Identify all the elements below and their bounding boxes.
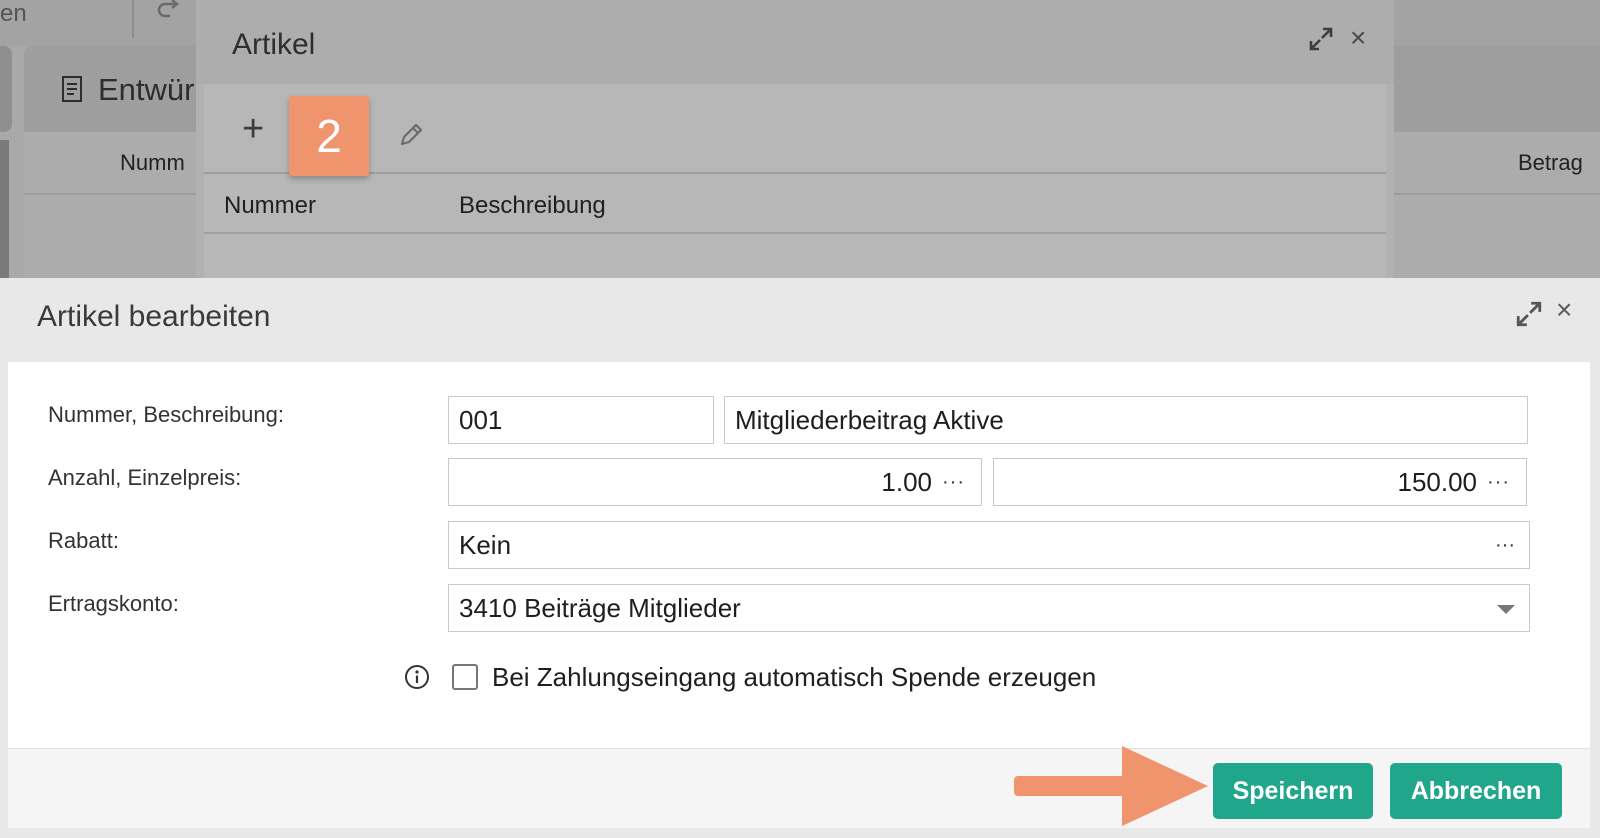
artikel-dialog: Artikel × + 2 Nummer Beschreibung [196,0,1394,290]
column-header-nummer[interactable]: Nummer [224,192,316,220]
artikel-dialog-body: + 2 Nummer Beschreibung [204,84,1386,290]
nummer-input[interactable]: 001 [448,396,714,444]
edit-dialog-title: Artikel bearbeiten [37,300,271,333]
redo-icon[interactable] [156,0,182,22]
drafts-panel-title: Entwür [60,72,194,108]
ellipsis-icon[interactable]: ··· [1487,471,1510,494]
artikel-dialog-header: Artikel × [196,0,1394,84]
expand-icon[interactable] [1308,26,1334,52]
dialog-footer: Speichern Abbrechen [8,748,1590,828]
expand-icon[interactable] [1515,300,1543,328]
rabatt-input[interactable]: Kein ··· [448,521,1530,569]
ertragskonto-value: 3410 Beiträge Mitglieder [459,592,741,623]
anzahl-input[interactable]: 1.00 ··· [448,458,982,506]
auto-donation-label[interactable]: Bei Zahlungseingang automatisch Spende e… [492,662,1096,693]
close-icon[interactable]: × [1556,296,1572,324]
drafts-panel-title-text: Entwür [98,72,195,107]
artikel-table-header: Nummer Beschreibung [204,176,1386,234]
add-icon[interactable]: + [242,110,264,148]
rabatt-value: Kein [459,529,512,560]
document-icon [62,76,82,102]
label-ertragskonto: Ertragskonto: [48,591,179,616]
edit-pencil-icon[interactable] [396,120,426,150]
label-nummer-beschreibung: Nummer, Beschreibung: [48,402,284,427]
step-callout-badge: 2 [289,96,369,176]
anzahl-value: 1.00 [881,466,933,497]
label-anzahl-einzelpreis: Anzahl, Einzelpreis: [48,465,242,490]
ellipsis-icon[interactable]: ··· [942,471,965,494]
save-button[interactable]: Speichern [1213,763,1373,819]
column-header-number: Numm [120,150,185,175]
ertragskonto-select[interactable]: 3410 Beiträge Mitglieder [448,584,1530,632]
dropdown-caret-icon[interactable] [1497,605,1515,614]
label-rabatt: Rabatt: [48,528,119,553]
toolbar-divider [132,0,134,38]
artikel-dialog-title: Artikel [232,28,316,61]
auto-donation-checkbox[interactable] [452,664,478,690]
column-header-amount: Betrag [1518,150,1583,175]
ellipsis-icon[interactable]: ··· [1495,534,1515,557]
side-tab [0,46,12,132]
einzelpreis-input[interactable]: 150.00 ··· [993,458,1527,506]
close-icon[interactable]: × [1350,24,1366,52]
callout-arrow-icon [1014,746,1208,826]
breadcrumb-fragment: en [0,0,27,27]
side-panel-edge [0,140,9,280]
beschreibung-input[interactable]: Mitgliederbeitrag Aktive [724,396,1528,444]
cancel-button[interactable]: Abbrechen [1390,763,1562,819]
column-header-beschreibung[interactable]: Beschreibung [459,192,606,220]
artikel-toolbar: + 2 [204,84,1386,176]
info-icon[interactable] [404,664,430,690]
einzelpreis-value: 150.00 [1397,466,1478,497]
edit-article-dialog: Artikel bearbeiten × Nummer, Beschreibun… [0,278,1600,838]
